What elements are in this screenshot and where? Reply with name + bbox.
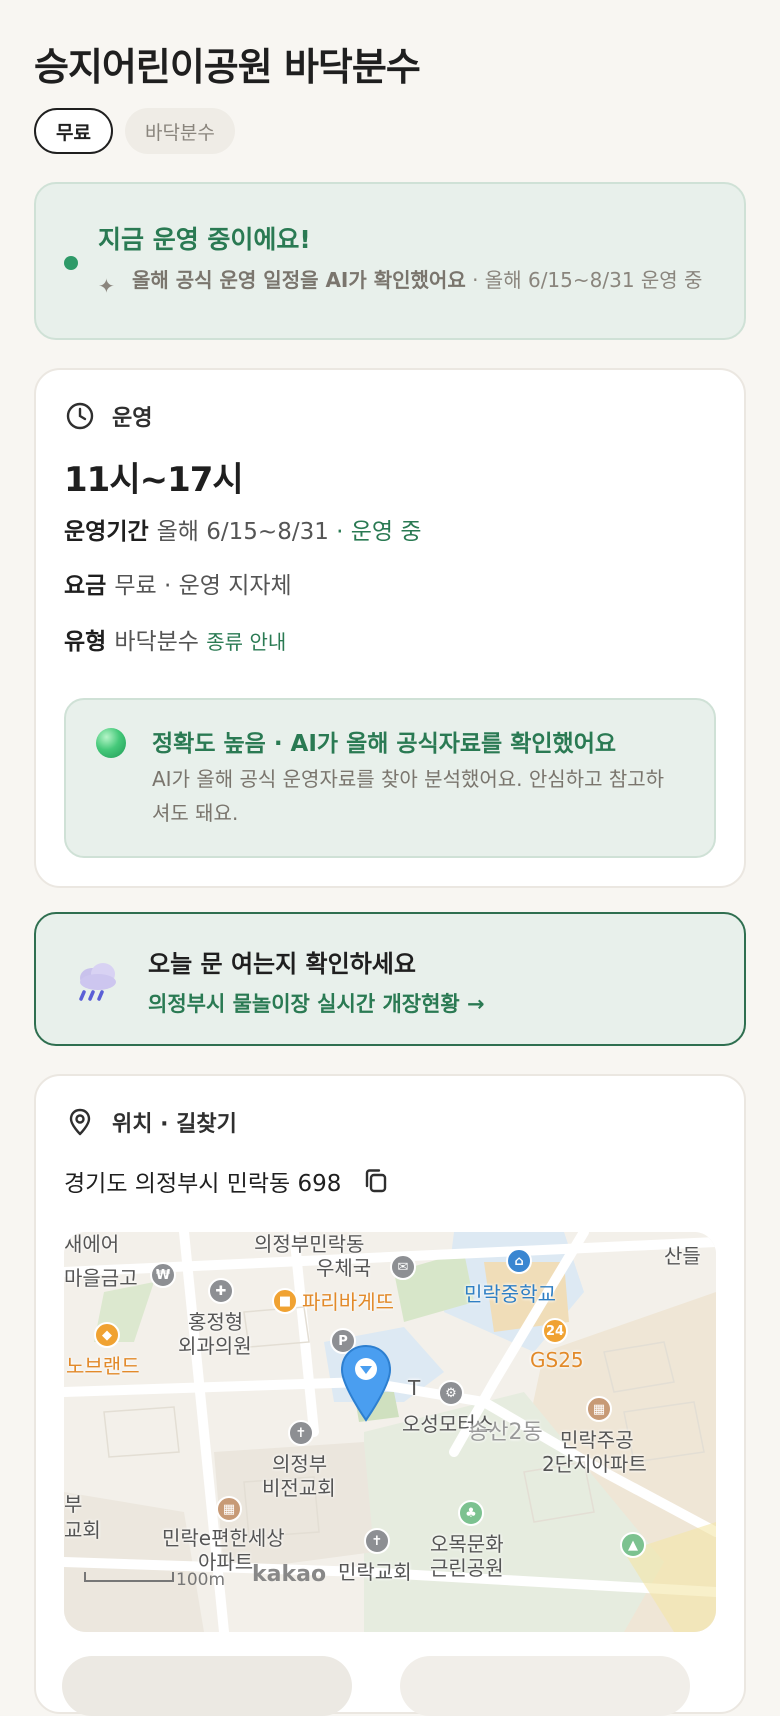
- church-icon: ✝: [288, 1420, 314, 1446]
- status-desc-bold: 올해 공식 운영 일정을 AI가 확인했어요: [132, 268, 466, 292]
- type-guide-link[interactable]: 종류 안내: [206, 630, 286, 654]
- fee-row: 요금 무료 · 운영 지자체: [64, 566, 292, 600]
- location-map[interactable]: 새에어 의정부민락동 우체국 ✉ 마을금고 ₩ ⌂ 민락중학교 산들 ✚ 홍정형…: [64, 1232, 716, 1632]
- bottom-action-button[interactable]: [400, 1656, 690, 1716]
- location-card: 위치 · 길찾기 경기도 의정부시 민락동 698 새에어 의정부민락동 우체국…: [34, 1074, 746, 1714]
- status-desc-rest: · 올해 6/15~8/31 운영 중: [465, 268, 703, 292]
- status-dot-icon: [64, 256, 78, 270]
- status-description: 올해 공식 운영 일정을 AI가 확인했어요 · 올해 6/15~8/31 운영…: [132, 266, 732, 294]
- map-label: 근린공원: [430, 1556, 504, 1580]
- chip-free[interactable]: 무료: [34, 108, 113, 154]
- cta-title: 오늘 문 여는지 확인하세요: [148, 950, 416, 978]
- map-label: T: [408, 1376, 421, 1400]
- park-icon: ♣: [458, 1500, 484, 1526]
- map-label: 우체국: [316, 1256, 372, 1280]
- apartment-icon: ▦: [216, 1496, 242, 1522]
- bakery-icon: ■: [272, 1288, 298, 1314]
- map-label: 파리바게뜨: [302, 1290, 394, 1314]
- map-label: 산들: [664, 1244, 701, 1268]
- chip-type[interactable]: 바닥분수: [124, 108, 235, 154]
- church-icon: ✝: [364, 1528, 390, 1554]
- store-icon: ◆: [94, 1322, 120, 1348]
- hours-section-label: 운영: [112, 406, 153, 431]
- map-label: 외과의원: [178, 1334, 252, 1358]
- convenience-store-icon: 24: [542, 1318, 568, 1344]
- rain-cloud-icon: [79, 963, 116, 1001]
- map-scale-bar: [84, 1572, 174, 1582]
- copy-icon[interactable]: [361, 1166, 391, 1196]
- hours-section-header: 운영: [64, 400, 152, 432]
- map-label: 민락교회: [338, 1560, 412, 1584]
- location-pin-icon: [69, 1108, 91, 1136]
- operating-hours: 11시~17시: [64, 460, 244, 500]
- hours-card: 운영 11시~17시 운영기간 올해 6/15~8/31 · 운영 중 요금 무료 …: [34, 368, 746, 888]
- location-section-header: 위치 · 길찾기: [64, 1106, 237, 1138]
- map-label: 송산2동: [468, 1420, 543, 1445]
- type-label: 유형: [64, 629, 107, 655]
- period-label: 운영기간: [64, 519, 149, 545]
- type-row: 유형 바닥분수 종류 안내: [64, 622, 286, 656]
- map-label: 교회: [64, 1518, 101, 1542]
- sparkle-icon: ✦: [98, 274, 115, 298]
- tag-chips: 무료 바닥분수: [34, 108, 235, 154]
- accuracy-title: 정확도 높음 · AI가 올해 공식자료를 확인했어요: [152, 731, 617, 757]
- cta-link[interactable]: 의정부시 물놀이장 실시간 개장현황 →: [148, 988, 485, 1018]
- period-status: · 운영 중: [328, 519, 422, 545]
- operating-status-card: 지금 운영 중이에요! ✦ 올해 공식 운영 일정을 AI가 확인했어요 · 올…: [34, 182, 746, 340]
- accuracy-orb-icon: [96, 728, 126, 758]
- map-scale-label: 100m: [176, 1570, 226, 1590]
- accuracy-description: AI가 올해 공식 운영자료를 찾아 분석했어요. 안심하고 참고하셔도 돼요.: [152, 767, 665, 825]
- compass-icon: ▲: [620, 1532, 646, 1558]
- map-label: 부: [64, 1492, 83, 1516]
- kakao-logo: kakao: [252, 1562, 327, 1587]
- post-office-icon: ✉: [390, 1254, 416, 1280]
- map-label: 노브랜드: [66, 1354, 140, 1378]
- address-text: 경기도 의정부시 민락동 698: [64, 1171, 342, 1197]
- map-label: 2단지아파트: [542, 1452, 647, 1476]
- location-section-label: 위치 · 길찾기: [112, 1112, 237, 1137]
- car-service-icon: ⚙: [438, 1380, 464, 1406]
- map-label: 비전교회: [262, 1476, 336, 1500]
- realtime-status-cta[interactable]: 오늘 문 여는지 확인하세요 의정부시 물놀이장 실시간 개장현황 →: [34, 912, 746, 1046]
- map-label: 마을금고: [64, 1266, 138, 1290]
- period-row: 운영기간 올해 6/15~8/31 · 운영 중: [64, 512, 422, 546]
- period-value: 올해 6/15~8/31: [156, 519, 329, 545]
- bank-icon: ₩: [150, 1262, 176, 1288]
- page: 승지어린이공원 바닥분수 무료 바닥분수 지금 운영 중이에요! ✦ 올해 공식…: [0, 0, 780, 1716]
- apartment-icon: ▦: [586, 1396, 612, 1422]
- status-title: 지금 운영 중이에요!: [98, 225, 311, 254]
- fee-label: 요금: [64, 573, 107, 599]
- school-icon: ⌂: [506, 1248, 532, 1274]
- bottom-action-button[interactable]: [62, 1656, 352, 1716]
- location-marker-icon: [340, 1344, 392, 1422]
- hospital-icon: ✚: [208, 1278, 234, 1304]
- map-label: 새에어: [64, 1232, 120, 1256]
- clock-icon: [66, 402, 94, 430]
- fee-value: 무료 · 운영 지자체: [114, 573, 292, 599]
- map-label: 민락중학교: [464, 1282, 556, 1306]
- map-label: GS25: [530, 1348, 584, 1372]
- type-value: 바닥분수: [114, 629, 199, 655]
- accuracy-box: 정확도 높음 · AI가 올해 공식자료를 확인했어요 AI가 올해 공식 운영…: [64, 698, 716, 858]
- page-title: 승지어린이공원 바닥분수: [34, 45, 421, 89]
- address-row: 경기도 의정부시 민락동 698: [64, 1164, 391, 1198]
